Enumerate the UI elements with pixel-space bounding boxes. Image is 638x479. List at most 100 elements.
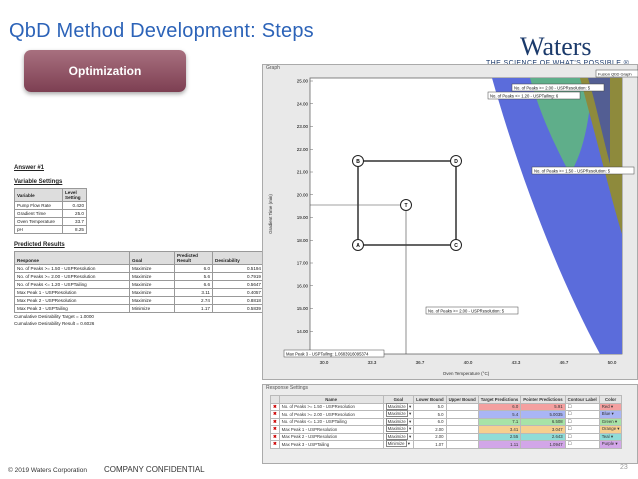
goal-dropdown[interactable]: Maximize [385,425,408,433]
response-name[interactable]: Max Peak 2 - USPResolution [278,432,384,441]
chevron-down-icon[interactable]: ▾ [610,434,613,439]
column-header: Predicted Result [174,251,213,265]
table-row[interactable]: ✖ Max Peak 3 - USPTailing Minimize ▾ 1.07 1.… [270,440,623,449]
lower-bound[interactable]: 2.00 [413,425,447,434]
column-header: Target Predictions [477,395,522,404]
color-select[interactable]: Blue ▾ [598,410,623,419]
goal-dropdown[interactable]: Maximize [385,410,408,418]
callout-text: No. of Peaks <= 1.20 - USPTailing: 6 [490,94,559,99]
upper-bound[interactable] [445,410,479,419]
callout-text: No. of Peaks >= 2.00 - USPResolution: 5 [514,86,591,91]
lower-bound[interactable]: 2.00 [413,432,447,441]
table-row: No. of Peaks >= 2.00 - USPResolution Maxi… [14,272,264,281]
callout-text: Max Peak 3 - USPTailing: 1.0683916095374 [286,352,369,357]
contour-label-checkbox[interactable]: ☐ [564,425,600,434]
contour-label-checkbox[interactable]: ☐ [564,410,600,419]
delete-row-icon[interactable]: ✖ [270,432,280,441]
chevron-down-icon[interactable]: ▾ [614,419,617,424]
response-name[interactable]: No. of Peaks >= 1.50 - USPResolution [278,402,384,411]
color-select[interactable]: Purple ▾ [598,440,623,449]
color-select[interactable]: Teal ▾ [598,432,623,441]
color-name: Orange [601,426,617,432]
x-tick-label: 36.7 [416,360,425,365]
chevron-down-icon[interactable]: ▾ [610,411,614,416]
table-row: Pump Flow Rate 0.420 [14,201,87,210]
upper-bound[interactable] [445,425,479,434]
chevron-down-icon[interactable]: ▾ [610,404,613,409]
response-name[interactable]: Max Peak 3 - USPTailing [278,440,384,449]
goal-dropdown[interactable]: Minimize [385,440,407,448]
chevron-down-icon[interactable]: ▾ [408,434,411,439]
target-prediction: 5.4 [477,410,522,419]
waters-logo: Waters [520,32,592,61]
delete-row-icon[interactable]: ✖ [270,440,280,449]
contour-graph[interactable]: 25.00 24.00 23.00 22.00 21.00 20.00 19.00 18.00… [262,64,638,380]
lower-bound[interactable]: 5.0 [413,410,447,419]
chevron-down-icon[interactable]: ▾ [614,441,617,446]
goal-dropdown[interactable]: Maximize [385,432,408,440]
delete-row-icon[interactable]: ✖ [270,402,280,411]
response-name[interactable]: No. of Peaks >= 2.00 - USPResolution [278,410,384,419]
pointer-prediction: 3.047 [520,425,566,434]
target-prediction: 7.1 [477,417,522,426]
y-tick-label: 21.00 [297,170,309,175]
table-row[interactable]: ✖ No. of Peaks >= 2.00 - USPResolution Max… [270,410,623,419]
optimization-step-button[interactable]: Optimization [24,50,186,92]
goal-dropdown[interactable]: Maximize [385,402,408,410]
column-header: Goal [129,251,175,265]
chevron-down-icon[interactable]: ▾ [408,404,411,409]
x-tick-label: 50.0 [608,360,617,365]
slide-title: QbD Method Development: Steps [9,20,314,42]
contour-label-checkbox[interactable]: ☐ [564,432,600,441]
table-row[interactable]: ✖ No. of Peaks <= 1.20 - USPTailing Maximi… [270,417,623,426]
delete-row-icon[interactable]: ✖ [270,410,280,419]
column-header: Pointer Predictions [520,395,566,404]
color-select[interactable]: Red ▾ [598,402,623,411]
chevron-down-icon[interactable]: ▾ [616,426,619,431]
table-row: Max Peak 3 - USPTailing Minimize 1.17 0.583… [14,304,264,313]
contour-label-checkbox[interactable]: ☐ [564,402,600,411]
target-prediction: 3.41 [477,425,522,434]
delete-row-icon[interactable]: ✖ [270,417,280,426]
chevron-down-icon[interactable]: ▾ [408,426,411,431]
column-header: Color [598,395,623,404]
point-b-label: B [356,159,360,165]
upper-bound[interactable] [445,417,479,426]
x-tick-label: 40.0 [464,360,473,365]
goal-select[interactable]: Maximize ▾ [382,425,415,434]
column-header: Upper Bound [445,395,479,404]
chevron-down-icon[interactable]: ▾ [408,419,411,424]
table-row[interactable]: ✖ No. of Peaks >= 1.50 - USPResolution Max… [270,402,623,411]
cumulative-result: Cumulative Desirability Result = 0.6026 [14,321,95,326]
upper-bound[interactable] [445,440,479,449]
x-axis-ticks: 30.0 33.3 36.7 40.0 43.3 46.7 50.0 [320,360,617,365]
color-name: Teal [601,433,610,439]
response-name[interactable]: No. of Peaks <= 1.20 - USPTailing [278,417,384,426]
contour-label-checkbox[interactable]: ☐ [564,417,600,426]
chevron-down-icon[interactable]: ▾ [407,441,410,446]
table-row: Oven Temperature 33.7 [14,217,87,226]
contour-label-checkbox[interactable]: ☐ [564,440,600,449]
response-name[interactable]: Max Peak 1 - USPResolution [278,425,384,434]
footer-confidential: COMPANY CONFIDENTIAL [104,465,205,474]
goal-select[interactable]: Maximize ▾ [382,410,415,419]
table-row: Max Peak 1 - USPResolution Maximize 3.11 0.… [14,288,264,297]
table-row[interactable]: ✖ Max Peak 2 - USPResolution Maximize ▾ 2.0… [270,432,623,441]
x-tick-label: 43.3 [512,360,521,365]
column-header: Lower Bound [413,395,447,404]
upper-bound[interactable] [445,402,479,411]
callout-text: No. of Peaks >= 1.50 - USPResolution: 5 [534,169,611,174]
color-name: Purple [601,441,615,447]
goal-dropdown[interactable]: Maximize [385,417,408,425]
lower-bound[interactable]: 5.0 [413,402,447,411]
lower-bound[interactable]: 1.07 [413,440,447,449]
goal-select[interactable]: Minimize ▾ [382,440,415,449]
lower-bound[interactable]: 6.0 [413,417,447,426]
y-tick-label: 17.00 [297,261,309,266]
chevron-down-icon[interactable]: ▾ [408,411,411,416]
upper-bound[interactable] [445,432,479,441]
color-select[interactable]: Green ▾ [598,417,623,426]
color-select[interactable]: Orange ▾ [598,425,623,434]
table-row[interactable]: ✖ Max Peak 1 - USPResolution Maximize ▾ 2.0… [270,425,623,434]
delete-row-icon[interactable]: ✖ [270,425,280,434]
